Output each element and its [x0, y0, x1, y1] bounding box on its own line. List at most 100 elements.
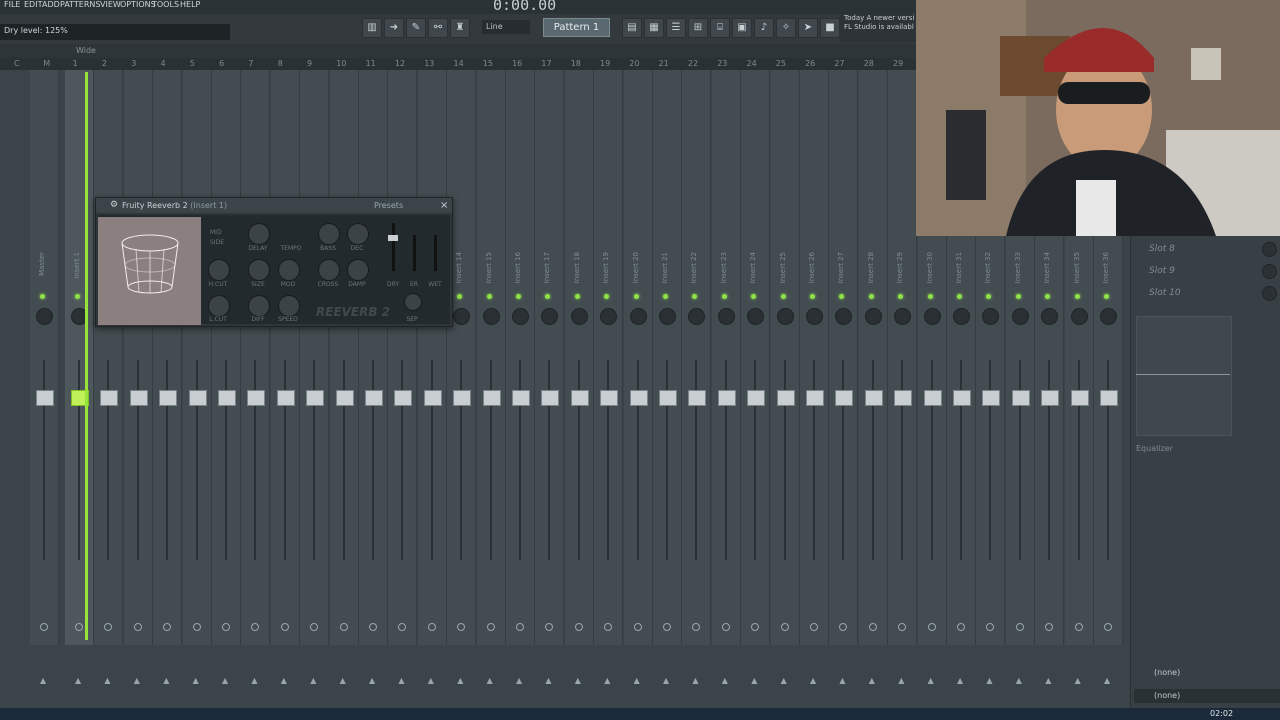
fx-slot-9[interactable]: Slot 9	[1137, 262, 1280, 280]
send-arrow-icon[interactable]: ▲	[839, 676, 845, 685]
route-button[interactable]	[427, 623, 436, 631]
route-button[interactable]	[898, 623, 907, 631]
volume-fader[interactable]	[659, 390, 677, 406]
volume-fader[interactable]	[1100, 390, 1118, 406]
send-arrow-icon[interactable]: ▲	[663, 676, 669, 685]
menu-view[interactable]: VIEW	[100, 0, 121, 12]
pan-knob[interactable]	[1100, 308, 1117, 325]
fx-slot-8[interactable]: Slot 8	[1137, 240, 1280, 258]
damp-knob[interactable]	[347, 259, 369, 281]
pan-knob[interactable]	[835, 308, 853, 325]
track-enable-led[interactable]	[780, 294, 786, 299]
route-button[interactable]	[604, 623, 613, 631]
channel-rack-icon[interactable]: ▦	[644, 18, 664, 38]
send-arrow-icon[interactable]: ▲	[1104, 676, 1110, 685]
insert-track-25[interactable]: Insert 25 ▲	[770, 70, 800, 685]
pan-knob[interactable]	[512, 308, 529, 325]
route-button[interactable]	[957, 623, 965, 631]
pan-knob[interactable]	[864, 308, 882, 325]
insert-track-2[interactable]: Insert 2▲	[94, 70, 124, 685]
send-arrow-icon[interactable]: ▲	[575, 676, 581, 685]
lcut-knob[interactable]	[208, 295, 230, 317]
send-arrow-icon[interactable]: ▲	[1016, 676, 1022, 685]
volume-fader[interactable]	[894, 390, 913, 406]
route-button[interactable]	[310, 623, 319, 631]
playlist-icon[interactable]: ▤	[622, 18, 642, 38]
track-enable-led[interactable]	[898, 294, 904, 299]
volume-fader[interactable]	[923, 390, 942, 406]
track-enable-led[interactable]	[927, 294, 933, 299]
pattern-selector[interactable]: Pattern 1	[543, 18, 610, 37]
link-icon[interactable]: ⚯	[428, 18, 448, 38]
pan-knob[interactable]	[1070, 308, 1088, 325]
send-arrow-icon[interactable]: ▲	[1045, 676, 1051, 685]
bass-knob[interactable]	[318, 223, 340, 245]
pan-knob[interactable]	[776, 308, 794, 325]
track-enable-led[interactable]	[40, 294, 45, 299]
piano-icon[interactable]: ▥	[362, 18, 382, 38]
fx-slot-10[interactable]: Slot 10	[1137, 284, 1280, 302]
pan-knob[interactable]	[953, 308, 970, 325]
volume-fader[interactable]	[629, 390, 648, 406]
master-track[interactable]: Master ▲	[30, 70, 59, 685]
volume-fader[interactable]	[1041, 390, 1060, 406]
play-arrow-icon[interactable]: ➜	[384, 18, 404, 38]
track-enable-led[interactable]	[986, 294, 992, 299]
route-button[interactable]	[810, 623, 818, 631]
send-arrow-icon[interactable]: ▲	[810, 676, 816, 685]
track-enable-led[interactable]	[692, 294, 698, 299]
track-enable-led[interactable]	[839, 294, 845, 299]
route-button[interactable]	[574, 623, 583, 631]
sep-knob[interactable]	[404, 293, 422, 311]
arrow-icon[interactable]: ➤	[798, 18, 818, 38]
send-arrow-icon[interactable]: ▲	[310, 676, 316, 685]
track-enable-led[interactable]	[545, 294, 551, 299]
pan-knob[interactable]	[806, 308, 823, 325]
route-button[interactable]	[339, 623, 348, 631]
volume-fader[interactable]	[541, 390, 560, 406]
track-enable-led[interactable]	[957, 294, 962, 299]
track-enable-led[interactable]	[1074, 294, 1080, 299]
pan-knob[interactable]	[541, 308, 559, 325]
mic-icon[interactable]: ♪	[754, 18, 774, 38]
route-button[interactable]	[486, 623, 495, 631]
wide-view-label[interactable]: Wide	[76, 46, 96, 55]
pan-knob[interactable]	[923, 308, 941, 325]
insert-track-23[interactable]: Insert 23 ▲	[711, 70, 741, 685]
volume-fader[interactable]	[394, 390, 413, 406]
menu-options[interactable]: OPTIONS	[120, 0, 156, 12]
pan-knob[interactable]	[659, 308, 676, 325]
menu-help[interactable]: HELP	[180, 0, 200, 12]
track-enable-led[interactable]	[721, 294, 727, 299]
route-button[interactable]	[1015, 623, 1024, 631]
speed-knob[interactable]	[278, 295, 300, 317]
route-button[interactable]	[369, 623, 377, 631]
pan-knob[interactable]	[894, 308, 912, 325]
volume-fader[interactable]	[864, 390, 883, 406]
volume-fader[interactable]	[36, 390, 54, 406]
pan-knob[interactable]	[1011, 308, 1029, 325]
volume-fader[interactable]	[188, 390, 207, 406]
insert-track-22[interactable]: Insert 22 ▲	[682, 70, 712, 685]
track-enable-led[interactable]	[457, 294, 463, 299]
insert-track-8[interactable]: Insert 8▲	[270, 70, 300, 685]
volume-fader[interactable]	[1070, 390, 1089, 406]
stamp-icon[interactable]: ♜	[450, 18, 470, 38]
send-arrow-icon[interactable]: ▲	[369, 676, 375, 685]
equalizer-graph[interactable]	[1136, 316, 1232, 436]
insert-track-27[interactable]: Insert 27 ▲	[829, 70, 859, 685]
hcut-knob[interactable]	[208, 259, 230, 281]
send-arrow-icon[interactable]: ▲	[928, 676, 934, 685]
route-button[interactable]	[398, 623, 407, 631]
pan-knob[interactable]	[570, 308, 588, 325]
diff-knob[interactable]	[248, 295, 270, 317]
volume-fader[interactable]	[365, 390, 383, 406]
send-arrow-icon[interactable]: ▲	[957, 676, 963, 685]
volume-fader[interactable]	[747, 390, 766, 406]
volume-fader[interactable]	[570, 390, 589, 406]
menu-edit[interactable]: EDIT	[24, 0, 42, 12]
insert-track-15[interactable]: Insert 15 ▲	[476, 70, 506, 685]
insert-track-11[interactable]: Insert 11▲	[359, 70, 388, 685]
close-icon[interactable]: ×	[440, 198, 448, 213]
volume-fader[interactable]	[306, 390, 325, 406]
